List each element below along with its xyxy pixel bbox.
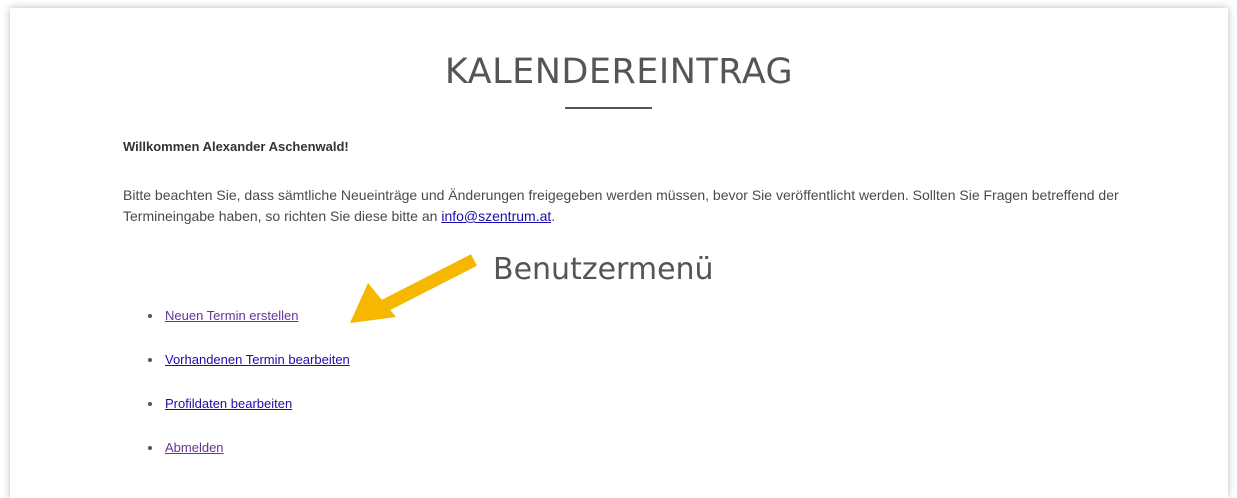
bullet-icon	[148, 358, 152, 362]
email-link[interactable]: info@szentrum.at	[441, 208, 551, 224]
welcome-message: Willkommen Alexander Aschenwald!	[123, 139, 349, 154]
title-divider	[565, 107, 652, 109]
intro-end: .	[551, 208, 556, 224]
arrow-shaft	[379, 254, 477, 313]
edit-profile-link[interactable]: Profildaten bearbeiten	[165, 396, 292, 412]
edit-appointment-link[interactable]: Vorhandenen Termin bearbeiten	[165, 352, 350, 368]
intro-text: Bitte beachten Sie, dass sämtliche Neuei…	[123, 187, 1119, 224]
logout-link[interactable]: Abmelden	[165, 440, 224, 456]
page-frame: KALENDEREINTRAG Willkommen Alexander Asc…	[10, 8, 1228, 498]
bullet-icon	[148, 446, 152, 450]
bullet-icon	[148, 314, 152, 318]
arrow-pointing-left-icon	[350, 254, 477, 323]
intro-paragraph: Bitte beachten Sie, dass sämtliche Neuei…	[123, 185, 1123, 227]
bullet-icon	[148, 402, 152, 406]
user-menu-title: Benutzermenü	[493, 252, 714, 287]
page-title: KALENDEREINTRAG	[444, 52, 794, 92]
new-appointment-link[interactable]: Neuen Termin erstellen	[165, 308, 298, 324]
